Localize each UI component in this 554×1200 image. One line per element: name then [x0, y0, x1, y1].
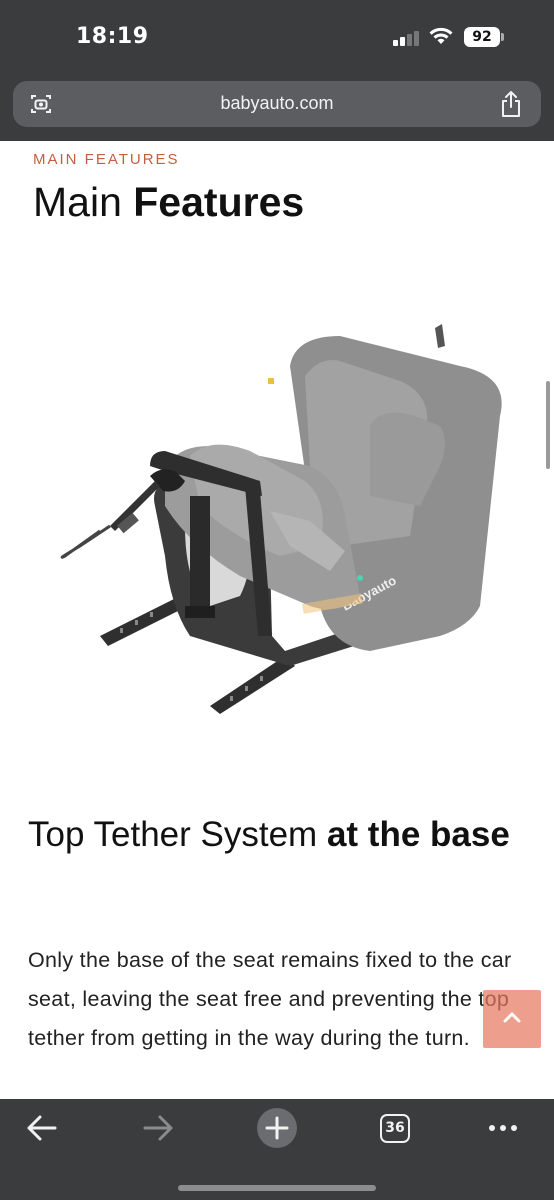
- page-title: Main Features: [33, 179, 304, 226]
- chevron-up-icon: [503, 1012, 521, 1023]
- body-paragraph: Only the base of the seat remains fixed …: [28, 948, 512, 1050]
- share-icon[interactable]: [499, 90, 523, 118]
- forward-arrow-icon[interactable]: [128, 1099, 188, 1157]
- tabs-button[interactable]: 36: [365, 1099, 425, 1157]
- battery-level: 92: [464, 27, 500, 47]
- address-bar[interactable]: babyauto.com: [13, 81, 541, 127]
- browser-address-area: babyauto.com: [0, 75, 554, 141]
- signal-icon: [393, 30, 423, 46]
- wifi-icon: [429, 27, 453, 44]
- back-arrow-icon[interactable]: [12, 1099, 72, 1157]
- plus-icon[interactable]: [247, 1099, 307, 1157]
- section-title-bold: at the base: [326, 815, 510, 854]
- back-to-top-button[interactable]: [483, 990, 541, 1048]
- car-seat-image: Babyauto: [60, 324, 502, 714]
- battery-icon: 92: [464, 27, 504, 47]
- page-title-bold: Features: [133, 179, 305, 225]
- browser-toolbar: 36: [0, 1099, 554, 1200]
- url-text[interactable]: babyauto.com: [13, 93, 541, 114]
- status-time: 18:19: [76, 24, 149, 49]
- more-icon[interactable]: [473, 1099, 533, 1157]
- eyebrow-label: MAIN FEATURES: [33, 151, 180, 168]
- section-title-light: Top Tether System: [28, 815, 327, 854]
- status-bar: 18:19 92: [0, 0, 554, 75]
- section-title: Top Tether System at the base: [28, 815, 528, 855]
- home-indicator: [178, 1185, 376, 1191]
- web-page: MAIN FEATURES Main Features Babyauto Top…: [0, 141, 554, 1099]
- page-title-light: Main: [33, 179, 134, 225]
- tab-count: 36: [380, 1114, 410, 1143]
- scrollbar[interactable]: [546, 381, 550, 469]
